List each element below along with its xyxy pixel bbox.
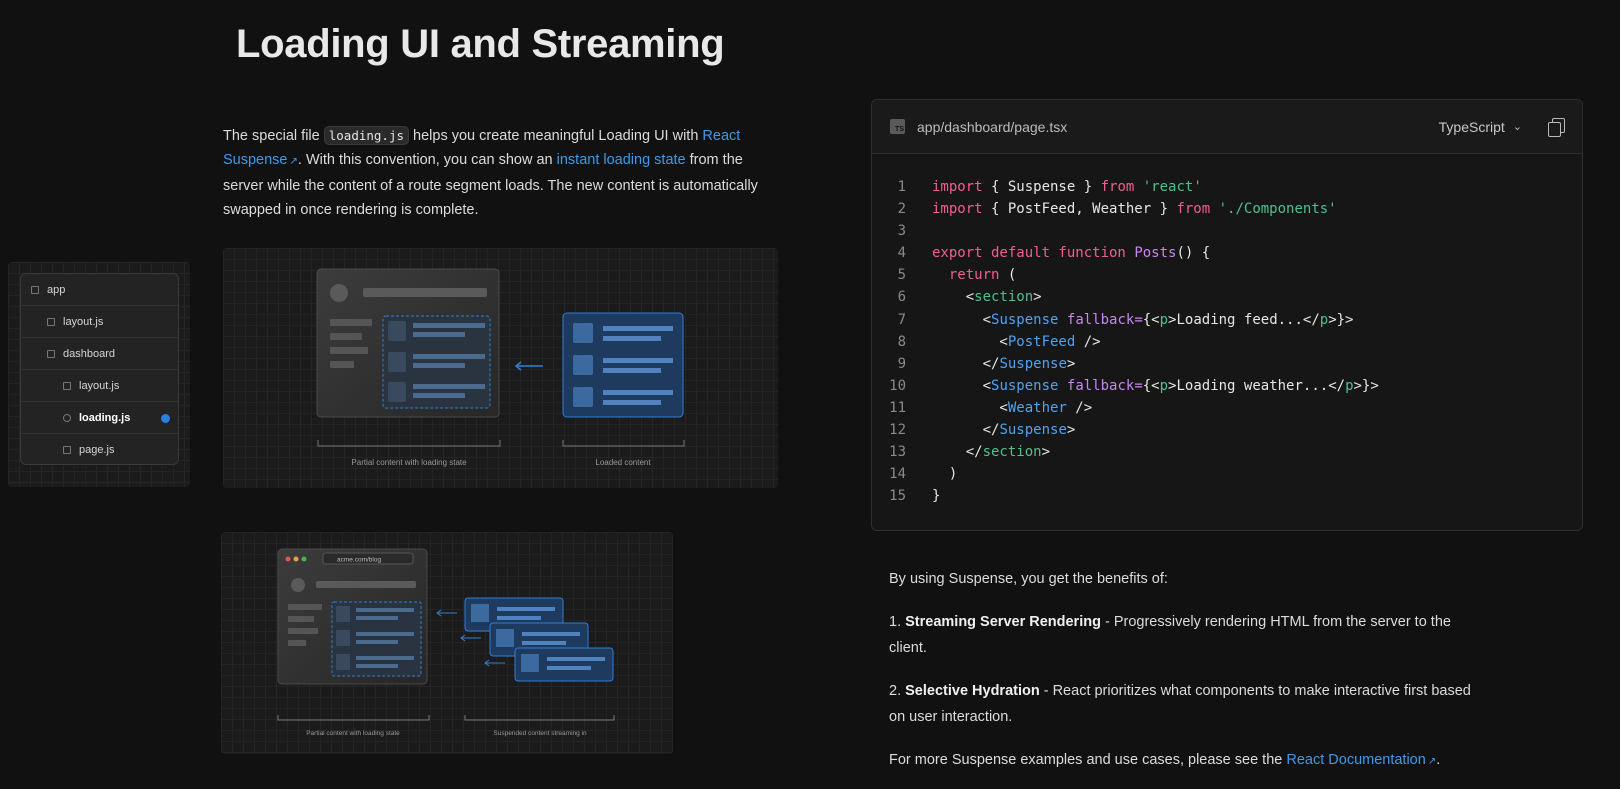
folder-icon bbox=[31, 285, 39, 294]
line-number: 11 bbox=[889, 399, 906, 416]
tree-item-label: dashboard bbox=[63, 347, 115, 360]
list-number: 2. bbox=[889, 683, 902, 699]
highlight-dot bbox=[161, 414, 170, 423]
streaming-diagram: acme.com/blog Partial content with loadi… bbox=[221, 532, 673, 754]
docs-page: Loading UI and Streaming The special fil… bbox=[0, 0, 1620, 789]
line-number: 8 bbox=[897, 333, 906, 350]
loading-state-diagram: Partial content with loading state Loade… bbox=[223, 248, 778, 488]
code-block: TS app/dashboard/page.tsx TypeScript ⌄ 1i… bbox=[871, 99, 1583, 531]
intro-text-1: The special file bbox=[223, 128, 324, 144]
benefit-title: Selective Hydration bbox=[905, 683, 1040, 699]
typescript-file-icon: TS bbox=[890, 119, 905, 134]
benefit-item-2: 2. Selective Hydration - React prioritiz… bbox=[889, 678, 1489, 730]
code-line: 7 <Suspense fallback={<p>Loading feed...… bbox=[872, 309, 1582, 331]
code-line: 12 </Suspense> bbox=[872, 419, 1582, 441]
line-number: 2 bbox=[897, 201, 906, 218]
line-number: 10 bbox=[889, 377, 906, 394]
browser-url: acme.com/blog bbox=[337, 557, 381, 564]
line-number: 1 bbox=[897, 179, 906, 195]
file-tree-card: app layout.js dashboard layout.js loadin… bbox=[20, 273, 179, 465]
code-line: 8 <PostFeed /> bbox=[872, 331, 1582, 353]
code-line: 5 return ( bbox=[872, 264, 1582, 286]
code-block-header: TS app/dashboard/page.tsx TypeScript ⌄ bbox=[872, 100, 1582, 154]
tree-item-label: app bbox=[47, 283, 66, 296]
code-filename: app/dashboard/page.tsx bbox=[917, 118, 1068, 135]
tree-item-app: app bbox=[21, 274, 178, 306]
benefits-section: By using Suspense, you get the benefits … bbox=[889, 566, 1489, 789]
code-line: 3 bbox=[872, 220, 1582, 242]
layout-file-icon bbox=[63, 381, 71, 390]
tree-item-label: page.js bbox=[79, 444, 115, 456]
footer-text: For more Suspense examples and use cases… bbox=[889, 752, 1287, 768]
tree-item-layout: layout.js bbox=[21, 306, 178, 338]
language-select[interactable]: TypeScript ⌄ bbox=[1439, 119, 1522, 135]
intro-paragraph: The special file loading.js helps you cr… bbox=[223, 124, 763, 222]
streaming-diagram-svg: acme.com/blog Partial content with loadi… bbox=[277, 548, 615, 737]
line-number: 4 bbox=[897, 245, 906, 262]
tree-item-label: layout.js bbox=[63, 315, 104, 328]
loading-state-diagram-svg: Partial content with loading state Loade… bbox=[316, 268, 685, 467]
file-icon bbox=[63, 446, 71, 454]
code-line: 9 </Suspense> bbox=[872, 353, 1582, 375]
benefit-title: Streaming Server Rendering bbox=[905, 614, 1101, 630]
code-line: 10 <Suspense fallback={<p>Loading weathe… bbox=[872, 375, 1582, 397]
benefit-item-1: 1. Streaming Server Rendering - Progress… bbox=[889, 609, 1489, 661]
line-number: 13 bbox=[889, 444, 906, 461]
code-line: 13 </section> bbox=[872, 441, 1582, 463]
layout-file-icon bbox=[47, 317, 55, 326]
partial-content-caption: Partial content with loading state bbox=[351, 458, 467, 467]
external-link-icon: ↗ bbox=[289, 156, 298, 167]
line-number: 5 bbox=[897, 267, 906, 284]
instant-loading-state-link[interactable]: instant loading state bbox=[557, 152, 686, 168]
tree-item-label: layout.js bbox=[79, 379, 120, 392]
code-line: 11 <Weather /> bbox=[872, 397, 1582, 419]
line-number: 6 bbox=[897, 289, 906, 306]
external-link-icon: ↗ bbox=[1427, 756, 1437, 767]
code-line: 14 ) bbox=[872, 463, 1582, 485]
line-number: 14 bbox=[889, 466, 906, 483]
copy-icon[interactable] bbox=[1548, 117, 1565, 137]
chevron-down-icon: ⌄ bbox=[1512, 121, 1522, 133]
folder-icon bbox=[47, 349, 55, 358]
benefits-lead: By using Suspense, you get the benefits … bbox=[889, 571, 1168, 587]
code-line: 6 <section> bbox=[872, 286, 1582, 308]
inline-code-loading: loading.js bbox=[323, 126, 410, 145]
list-number: 1. bbox=[889, 614, 902, 630]
intro-text-2: helps you create meaningful Loading UI w… bbox=[409, 128, 703, 144]
code-lines: 1 import { Suspense } from 'react' 2 impor… bbox=[872, 154, 1582, 507]
loaded-content-caption: Loaded content bbox=[595, 458, 651, 467]
language-select-label: TypeScript bbox=[1438, 118, 1505, 135]
loading-spinner-icon bbox=[63, 413, 71, 422]
code-line: 15} bbox=[872, 485, 1582, 507]
footer-period: . bbox=[1436, 752, 1441, 768]
page-title: Loading UI and Streaming bbox=[236, 22, 725, 66]
react-documentation-link-label: React Documentation bbox=[1286, 752, 1426, 768]
partial-content-caption-2: Partial content with loading state bbox=[306, 730, 400, 737]
line-number: 12 bbox=[889, 422, 906, 439]
footer-paragraph: For more Suspense examples and use cases… bbox=[889, 747, 1489, 775]
line-number: 7 bbox=[897, 311, 906, 328]
code-line: 1 import { Suspense } from 'react' bbox=[872, 176, 1582, 198]
intro-text-3: . With this convention, you can show an bbox=[297, 152, 557, 168]
line-number: 9 bbox=[897, 355, 906, 372]
code-line: 2 import { PostFeed, Weather } from './Co… bbox=[872, 198, 1582, 220]
tree-item-dashboard: dashboard bbox=[21, 338, 178, 370]
code-line: 4 export default function Posts() { bbox=[872, 242, 1582, 264]
tree-item-dashboard-layout: layout.js bbox=[21, 370, 178, 402]
line-number: 15 bbox=[889, 488, 906, 505]
tree-item-page: page.js bbox=[21, 434, 178, 464]
tree-item-label: loading.js bbox=[79, 411, 131, 424]
file-tree-illustration: app layout.js dashboard layout.js loadin… bbox=[8, 262, 190, 487]
react-documentation-link[interactable]: React Documentation ↗ bbox=[1286, 752, 1436, 768]
line-number: 3 bbox=[897, 223, 906, 240]
tree-item-loading: loading.js bbox=[21, 402, 178, 434]
streaming-content-caption: Suspended content streaming in bbox=[493, 730, 587, 737]
